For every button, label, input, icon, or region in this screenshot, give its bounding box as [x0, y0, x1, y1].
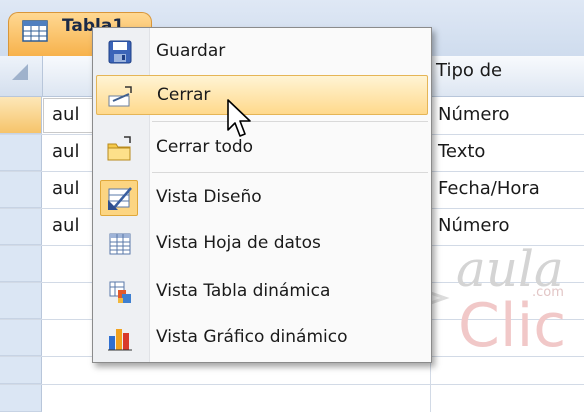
row-selector[interactable] [0, 356, 42, 384]
row-selector[interactable] [0, 208, 42, 245]
row-selector[interactable] [0, 319, 42, 356]
row-selector[interactable] [0, 97, 42, 134]
close-window-icon [108, 86, 132, 107]
field-name-cell[interactable]: aul [52, 141, 79, 162]
data-type-cell[interactable]: Número [438, 104, 510, 125]
data-type-cell[interactable]: Fecha/Hora [438, 178, 540, 199]
table-icon [22, 20, 48, 42]
datasheet-view-icon [109, 233, 131, 255]
menu-item-pivot-chart-view[interactable]: Vista Gráfico dinámico [96, 318, 428, 358]
menu-separator [152, 121, 428, 122]
row-selector[interactable] [0, 171, 42, 208]
menu-separator [152, 172, 428, 173]
column-header-data-type[interactable]: Tipo de [436, 60, 502, 81]
field-name-cell[interactable]: aul [52, 178, 79, 199]
select-all-triangle-icon [12, 64, 28, 80]
menu-item-close[interactable]: Cerrar [96, 75, 428, 115]
menu-item-label: Vista Diseño [156, 187, 262, 207]
menu-item-label: Guardar [156, 41, 226, 61]
save-icon [108, 40, 132, 64]
field-name-cell[interactable]: aul [52, 215, 79, 236]
row-selector[interactable] [0, 384, 42, 412]
watermark-text-clic: Clic [458, 291, 566, 361]
menu-item-pivot-table-view[interactable]: Vista Tabla dinámica [96, 272, 428, 312]
pivot-table-icon [109, 281, 131, 303]
mouse-pointer-icon [227, 99, 251, 137]
pivot-chart-icon [108, 329, 132, 351]
menu-item-label: Vista Hoja de datos [156, 233, 321, 253]
menu-item-design-view[interactable]: Vista Diseño [96, 178, 428, 218]
close-all-icon [107, 136, 131, 161]
menu-item-label: Vista Tabla dinámica [156, 281, 331, 301]
menu-item-datasheet-view[interactable]: Vista Hoja de datos [96, 224, 428, 264]
menu-item-save[interactable]: Guardar [96, 32, 428, 72]
row-selector[interactable] [0, 282, 42, 319]
row-selector[interactable] [0, 134, 42, 171]
data-type-cell[interactable]: Texto [438, 141, 485, 162]
design-view-icon [108, 187, 132, 210]
menu-item-label: Vista Gráfico dinámico [156, 327, 348, 347]
menu-item-label: Cerrar [157, 85, 211, 105]
field-name-cell[interactable]: aul [52, 104, 79, 125]
menu-item-close-all[interactable]: Cerrar todo [96, 128, 428, 168]
row-selector[interactable] [0, 245, 42, 282]
